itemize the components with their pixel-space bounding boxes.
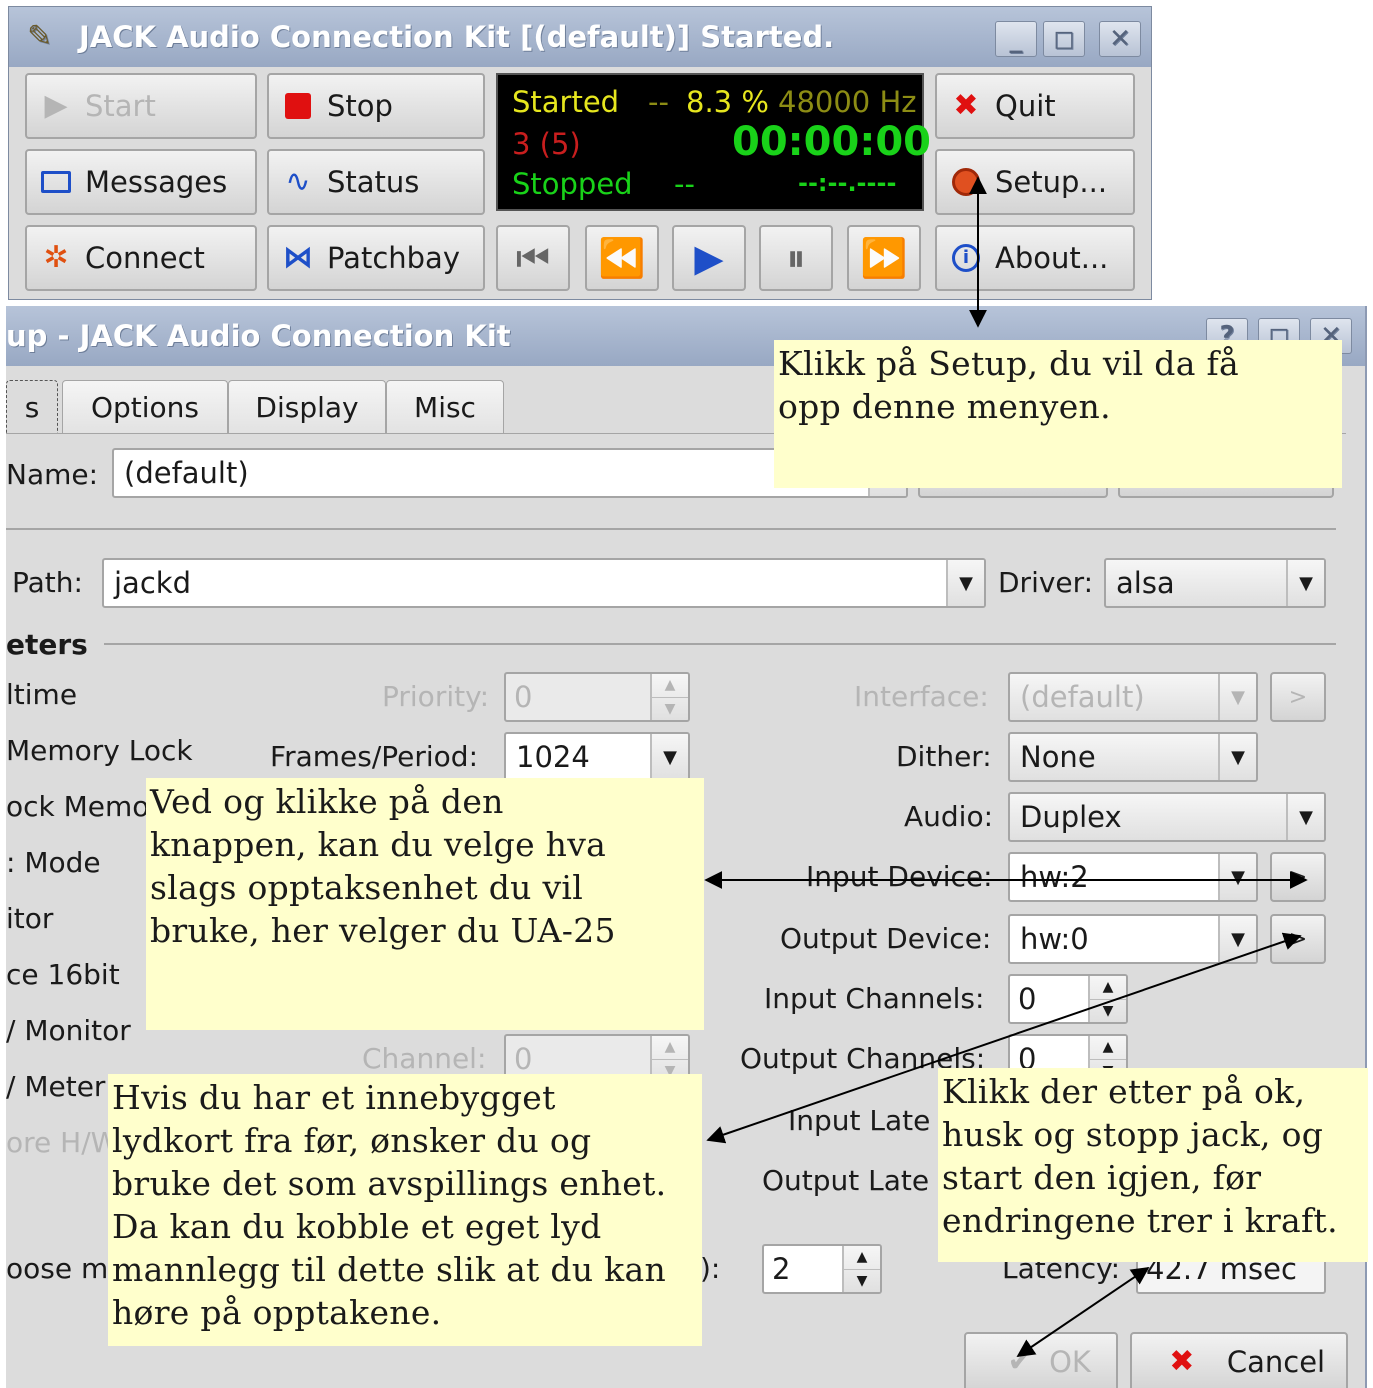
output-device-arrow [706,932,1302,1144]
annotation-arrows [704,176,1308,1358]
ok-arrow [1016,1266,1150,1358]
